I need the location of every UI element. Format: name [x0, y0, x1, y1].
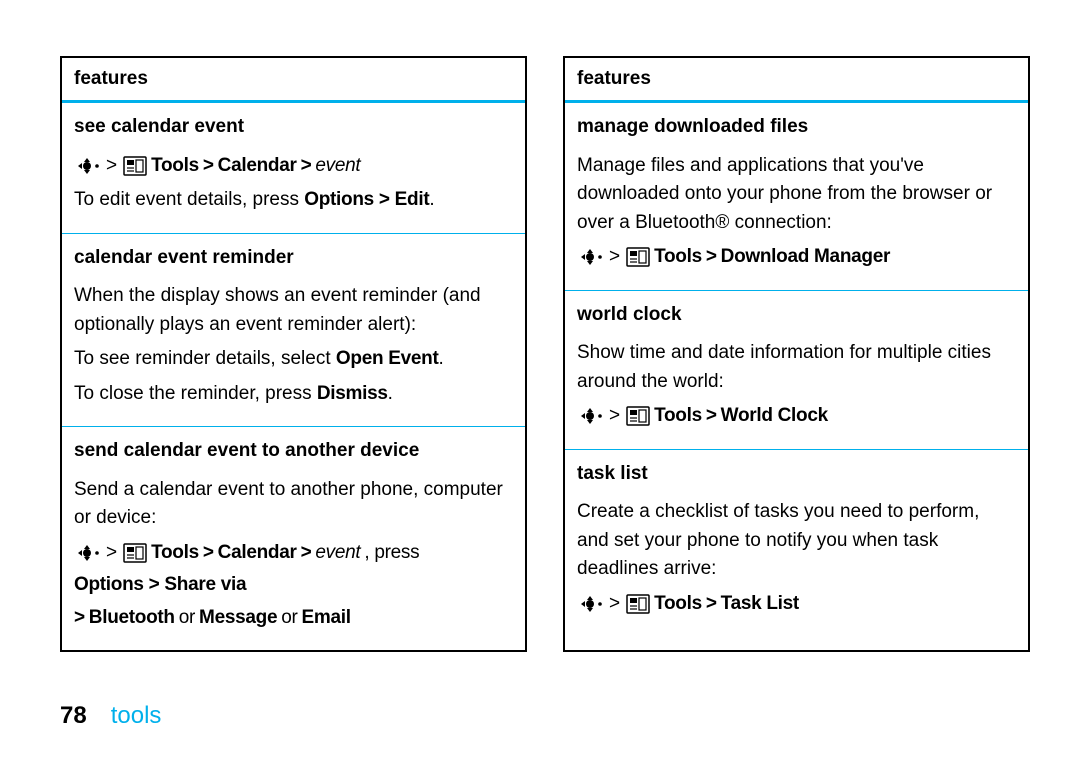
- body-text: To close the reminder, press Dismiss.: [74, 380, 513, 409]
- nav-path-1: Tools: [654, 590, 702, 619]
- cell-title: send calendar event to another device: [74, 437, 513, 466]
- nav-path-2: Calendar: [218, 152, 297, 181]
- tools-icon: [123, 156, 147, 176]
- nav-path-2: Calendar: [218, 539, 297, 568]
- page-number: 78: [60, 702, 87, 730]
- nav-tail: event: [315, 539, 360, 568]
- menu-item: Message: [199, 604, 277, 633]
- body-text: To see reminder details, select Open Eve…: [74, 345, 513, 374]
- nav-path: > Tools > World Clock: [577, 402, 1016, 431]
- nav-sep: >: [609, 590, 620, 619]
- nav-path-2: World Clock: [721, 402, 828, 431]
- menu-item: Open Event: [336, 348, 439, 369]
- nav-sep: >: [706, 590, 717, 619]
- text: .: [438, 348, 443, 369]
- tools-icon: [123, 543, 147, 563]
- left-table: features see calendar event > Tools > Ca…: [60, 56, 527, 652]
- section-label: tools: [111, 702, 162, 730]
- menu-path: Options > Edit: [304, 189, 429, 210]
- nav-path: > Tools > Download Manager: [577, 243, 1016, 272]
- body-text: To edit event details, press Options > E…: [74, 186, 513, 215]
- cell-calendar-event-reminder: calendar event reminder When the display…: [62, 234, 525, 428]
- nav-key-icon: [577, 247, 603, 267]
- cell-world-clock: world clock Show time and date informati…: [565, 291, 1028, 450]
- tools-icon: [626, 406, 650, 426]
- text: .: [388, 383, 393, 404]
- cell-title: world clock: [577, 301, 1016, 330]
- nav-key-icon: [74, 156, 100, 176]
- right-header: features: [565, 58, 1028, 103]
- text: , press: [364, 539, 419, 568]
- nav-path-1: Tools: [654, 402, 702, 431]
- nav-tail: event: [315, 152, 360, 181]
- nav-sep: >: [301, 152, 312, 181]
- body-text: Manage files and applications that you'v…: [577, 152, 1016, 238]
- text: To edit event details, press: [74, 189, 304, 210]
- cell-see-calendar-event: see calendar event > Tools > Calendar > …: [62, 103, 525, 234]
- tools-icon: [626, 247, 650, 267]
- body-text: Create a checklist of tasks you need to …: [577, 498, 1016, 584]
- nav-sep: >: [106, 539, 117, 568]
- nav-path-1: Tools: [151, 152, 199, 181]
- nav-key-icon: [577, 594, 603, 614]
- nav-path-2: Task List: [721, 590, 799, 619]
- nav-sep: >: [609, 402, 620, 431]
- nav-path: > Tools > Calendar > event: [74, 152, 513, 181]
- text: To see reminder details, select: [74, 348, 336, 369]
- nav-sep: >: [706, 243, 717, 272]
- cell-title: task list: [577, 460, 1016, 489]
- cell-manage-downloaded-files: manage downloaded files Manage files and…: [565, 103, 1028, 291]
- cell-title: calendar event reminder: [74, 244, 513, 273]
- menu-path: Options > Share via: [74, 571, 246, 600]
- body-text: Send a calendar event to another phone, …: [74, 476, 513, 533]
- nav-key-icon: [577, 406, 603, 426]
- nav-path-2: Download Manager: [721, 243, 890, 272]
- nav-sep: >: [74, 604, 85, 633]
- cell-task-list: task list Create a checklist of tasks yo…: [565, 450, 1028, 637]
- text: To close the reminder, press: [74, 383, 317, 404]
- nav-path: > Tools > Calendar > event, press Option…: [74, 539, 513, 600]
- nav-sep: >: [203, 539, 214, 568]
- page-content: features see calendar event > Tools > Ca…: [0, 0, 1080, 652]
- menu-item: Email: [302, 604, 351, 633]
- tools-icon: [626, 594, 650, 614]
- body-text: Show time and date information for multi…: [577, 339, 1016, 396]
- cell-title: manage downloaded files: [577, 113, 1016, 142]
- text: or: [281, 604, 297, 633]
- cell-title: see calendar event: [74, 113, 513, 142]
- body-text: When the display shows an event reminder…: [74, 282, 513, 339]
- nav-path: > Tools > Task List: [577, 590, 1016, 619]
- nav-path-line2: > Bluetooth or Message or Email: [74, 604, 513, 633]
- menu-item: Bluetooth: [89, 604, 175, 633]
- menu-item: Dismiss: [317, 383, 388, 404]
- nav-sep: >: [609, 243, 620, 272]
- nav-key-icon: [74, 543, 100, 563]
- nav-sep: >: [106, 152, 117, 181]
- cell-send-calendar-event: send calendar event to another device Se…: [62, 427, 525, 650]
- left-header: features: [62, 58, 525, 103]
- right-table: features manage downloaded files Manage …: [563, 56, 1030, 652]
- page-footer: 78 tools: [60, 702, 161, 730]
- nav-sep: >: [203, 152, 214, 181]
- text: or: [179, 604, 195, 633]
- nav-sep: >: [301, 539, 312, 568]
- nav-sep: >: [706, 402, 717, 431]
- nav-path-1: Tools: [151, 539, 199, 568]
- nav-path-1: Tools: [654, 243, 702, 272]
- text: .: [429, 189, 434, 210]
